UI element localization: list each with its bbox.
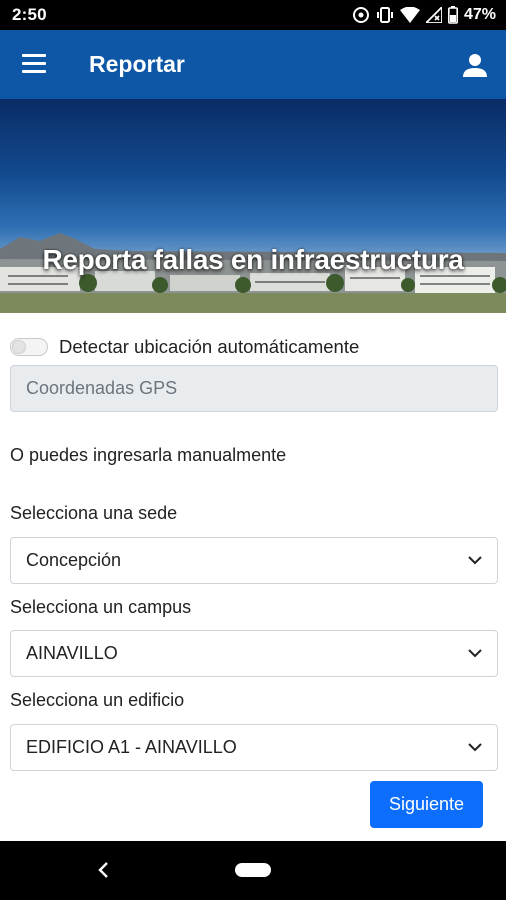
battery-icon bbox=[447, 6, 458, 24]
toggle-knob bbox=[12, 340, 26, 354]
chevron-down-icon bbox=[468, 649, 482, 658]
app-title: Reportar bbox=[89, 51, 185, 77]
edificio-label: Selecciona un edificio bbox=[10, 690, 185, 710]
hero-banner: Reporta fallas en infraestructura bbox=[0, 99, 506, 313]
sede-value: Concepción bbox=[26, 550, 122, 570]
chevron-down-icon bbox=[468, 556, 482, 565]
manual-entry-text: O puedes ingresarla manualmente bbox=[10, 445, 287, 465]
campus-label: Selecciona un campus bbox=[10, 597, 192, 617]
next-button[interactable]: Siguiente bbox=[370, 781, 483, 828]
wifi-icon bbox=[399, 7, 420, 23]
campus-value: AINAVILLO bbox=[26, 643, 118, 663]
system-nav-bar bbox=[0, 841, 506, 900]
vibrate-icon bbox=[376, 6, 394, 24]
gps-coordinates-field[interactable]: Coordenadas GPS bbox=[10, 365, 498, 412]
battery-percent: 47% bbox=[463, 6, 496, 23]
report-form: Detectar ubicación automáticamente Coord… bbox=[0, 313, 506, 841]
signal-icon bbox=[425, 7, 442, 23]
edificio-value: EDIFICIO A1 - AINAVILLO bbox=[26, 737, 237, 757]
chevron-down-icon bbox=[468, 743, 482, 752]
status-bar: 2:50 47% bbox=[0, 0, 506, 30]
menu-icon[interactable] bbox=[22, 54, 48, 74]
data-saver-icon bbox=[352, 6, 370, 24]
home-pill-icon[interactable] bbox=[235, 863, 271, 877]
campus-select[interactable]: AINAVILLO bbox=[10, 630, 498, 677]
campus-image bbox=[0, 233, 506, 313]
hero-title: Reporta fallas en infraestructura bbox=[42, 244, 464, 275]
status-time: 2:50 bbox=[12, 5, 47, 24]
auto-location-row: Detectar ubicación automáticamente bbox=[10, 336, 359, 358]
status-icons: 47% bbox=[352, 6, 496, 24]
auto-location-toggle[interactable] bbox=[10, 338, 48, 356]
back-icon[interactable] bbox=[95, 861, 113, 879]
auto-location-label: Detectar ubicación automáticamente bbox=[59, 336, 360, 357]
sede-label: Selecciona una sede bbox=[10, 503, 178, 523]
app-bar: Reportar bbox=[0, 30, 506, 99]
edificio-select[interactable]: EDIFICIO A1 - AINAVILLO bbox=[10, 724, 498, 771]
user-icon[interactable] bbox=[462, 52, 488, 78]
sede-select[interactable]: Concepción bbox=[10, 537, 498, 584]
